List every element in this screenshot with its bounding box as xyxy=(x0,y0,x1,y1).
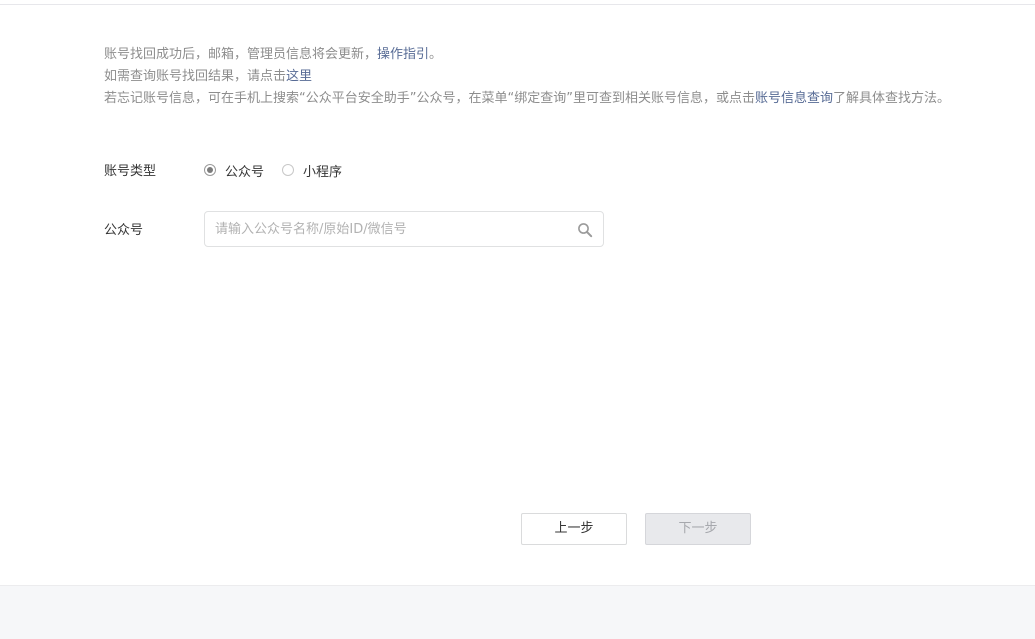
notice-line-1-text: 账号找回成功后，邮箱，管理员信息将会更新， xyxy=(104,47,378,62)
radio-mini-program-label: 小程序 xyxy=(303,164,343,180)
account-type-radio-group: 公众号 小程序 xyxy=(204,159,360,181)
radio-official-account-circle[interactable] xyxy=(204,164,216,176)
notice-line-1-suffix: 。 xyxy=(429,47,443,62)
notice-line-3-text: 若忘记账号信息，可在手机上搜索“公众平台安全助手”公众号，在菜单“绑定查询”里可… xyxy=(104,91,755,106)
next-step-button[interactable]: 下一步 xyxy=(645,513,751,545)
notice-line-3-suffix: 了解具体查找方法。 xyxy=(832,91,950,106)
radio-mini-program-circle[interactable] xyxy=(282,164,295,176)
previous-step-button[interactable]: 上一步 xyxy=(521,513,627,545)
notice-line-2-text: 如需查询账号找回结果，请点击 xyxy=(104,69,287,84)
radio-official-account[interactable]: 公众号 xyxy=(204,161,264,180)
account-search-input[interactable] xyxy=(215,212,565,246)
notice-line-1: 账号找回成功后，邮箱，管理员信息将会更新，操作指引。 xyxy=(104,44,1024,66)
notice-text-block: 账号找回成功后，邮箱，管理员信息将会更新，操作指引。 如需查询账号找回结果，请点… xyxy=(104,44,1024,110)
account-search-box xyxy=(204,211,604,247)
radio-official-account-label: 公众号 xyxy=(225,164,265,180)
notice-line-3: 若忘记账号信息，可在手机上搜索“公众平台安全助手”公众号，在菜单“绑定查询”里可… xyxy=(104,88,1024,110)
recovery-result-link[interactable]: 这里 xyxy=(286,69,312,84)
radio-mini-program[interactable]: 小程序 xyxy=(282,161,342,180)
footer-band xyxy=(0,585,1035,639)
top-divider xyxy=(0,4,1035,5)
search-icon[interactable] xyxy=(577,222,593,238)
official-account-label: 公众号 xyxy=(104,223,144,238)
notice-line-2: 如需查询账号找回结果，请点击这里 xyxy=(104,66,1024,88)
account-info-query-link[interactable]: 账号信息查询 xyxy=(755,91,833,106)
account-type-label: 账号类型 xyxy=(104,164,157,179)
operation-guide-link[interactable]: 操作指引 xyxy=(377,47,429,62)
